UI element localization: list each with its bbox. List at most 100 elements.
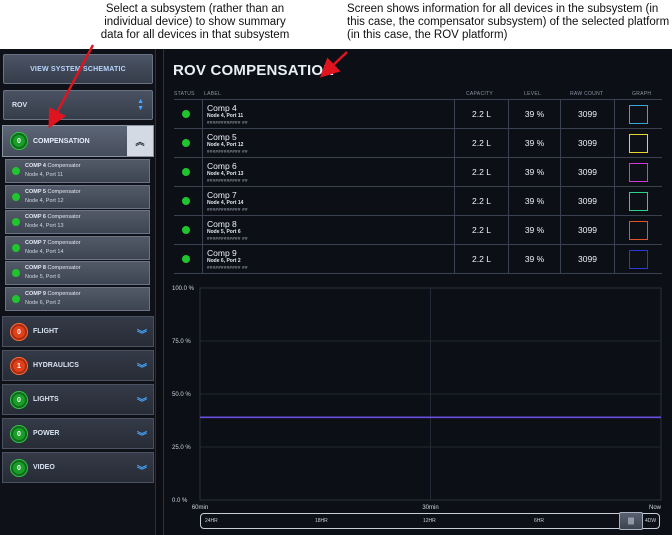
raw-count-cell: 3099 bbox=[560, 129, 614, 157]
col-header-status: STATUS bbox=[174, 91, 195, 97]
table-row[interactable]: Comp 8 Node 5, Port 6 ############ ## 2.2 L… bbox=[174, 216, 662, 245]
y-tick-label: 50.0 % bbox=[172, 392, 191, 398]
table-row[interactable]: Comp 7 Node 4, Port 14 ############ ## 2.2 … bbox=[174, 187, 662, 216]
subsystem-lights[interactable]: 0 LIGHTS ︾ bbox=[2, 384, 154, 415]
label-cell: Comp 5 Node 4, Port 12 ############ ## bbox=[202, 129, 454, 157]
main-panel: ROV COMPENSATION STATUS LABEL CAPACITY L… bbox=[163, 49, 672, 535]
table-row[interactable]: Comp 5 Node 4, Port 12 ############ ## 2.2 … bbox=[174, 129, 662, 158]
subsystem-label: HYDRAULICS bbox=[33, 362, 79, 369]
device-name: Comp 9 bbox=[207, 248, 237, 258]
device-name: COMP 7 bbox=[25, 239, 46, 246]
table-row[interactable]: Comp 6 Node 4, Port 13 ############ ## 2.2 … bbox=[174, 158, 662, 187]
subsystem-power[interactable]: 0 POWER ︾ bbox=[2, 418, 154, 449]
graph-cell[interactable] bbox=[614, 245, 662, 273]
device-title: COMP 9 Compensator bbox=[25, 291, 81, 297]
label-cell: Comp 8 Node 5, Port 6 ############ ## bbox=[202, 216, 454, 244]
device-name: COMP 4 bbox=[25, 163, 46, 169]
device-list-item[interactable]: COMP 7 Compensator Node 4, Port 14 bbox=[5, 235, 150, 260]
subsystem-flight[interactable]: 0 FLIGHT ︾ bbox=[2, 316, 154, 347]
label-cell: Comp 9 Node 6, Port 2 ############ ## bbox=[202, 245, 454, 273]
status-dot bbox=[182, 226, 190, 234]
device-node: Node 4, Port 14 bbox=[25, 248, 64, 255]
status-dot bbox=[182, 197, 190, 205]
col-header-raw-count: RAW COUNT bbox=[570, 91, 604, 97]
device-node: Node 4, Port 13 bbox=[25, 223, 64, 230]
page-title: ROV COMPENSATION bbox=[173, 62, 335, 79]
platform-select[interactable]: ROV ▲ ▼ bbox=[3, 90, 153, 120]
device-list-item[interactable]: COMP 8 Compensator Node 5, Port 6 bbox=[5, 261, 150, 286]
device-name: Comp 8 bbox=[207, 219, 237, 229]
graph-cell[interactable] bbox=[614, 216, 662, 244]
status-dot bbox=[182, 139, 190, 147]
graph-color-swatch[interactable] bbox=[629, 104, 648, 124]
device-node: Node 5, Port 6 bbox=[207, 229, 241, 235]
device-title: COMP 7 Compensator bbox=[25, 240, 81, 246]
device-node: Node 5, Port 6 bbox=[25, 274, 61, 281]
raw-count-cell: 3099 bbox=[560, 100, 614, 128]
graph-cell[interactable] bbox=[614, 129, 662, 157]
subsystem-count-badge: 1 bbox=[11, 358, 27, 374]
graph-cell[interactable] bbox=[614, 100, 662, 128]
subsystem-label: FLIGHT bbox=[33, 328, 59, 335]
device-node: Node 6, Port 2 bbox=[25, 299, 61, 306]
raw-count-cell: 3099 bbox=[560, 187, 614, 215]
device-name: COMP 6 bbox=[25, 214, 46, 221]
graph-cell[interactable] bbox=[614, 187, 662, 215]
y-tick-label: 0.0 % bbox=[172, 498, 188, 504]
status-dot bbox=[12, 192, 20, 201]
graph-color-swatch[interactable] bbox=[629, 249, 648, 269]
device-list-item[interactable]: COMP 6 Compensator Node 4, Port 13 bbox=[5, 210, 150, 235]
subsystem-label: VIDEO bbox=[33, 464, 55, 471]
graph-cell[interactable] bbox=[614, 158, 662, 186]
chevron-down-icon[interactable]: ︾ bbox=[137, 428, 147, 443]
col-header-label: LABEL bbox=[204, 91, 222, 97]
device-node: Node 4, Port 13 bbox=[207, 171, 244, 177]
time-label-18hr: 18HR bbox=[315, 518, 328, 524]
subsystem-compensation[interactable]: 0 COMPENSATION ︽ bbox=[2, 125, 154, 157]
subsystem-video[interactable]: 0 VIDEO ︾ bbox=[2, 452, 154, 483]
graph-color-swatch[interactable] bbox=[629, 162, 648, 182]
device-type: Compensator bbox=[47, 163, 81, 169]
graph-color-swatch[interactable] bbox=[629, 220, 648, 240]
x-tick-label: 60min bbox=[192, 505, 208, 511]
raw-count-cell: 3099 bbox=[560, 245, 614, 273]
device-node: Node 4, Port 12 bbox=[207, 142, 244, 148]
level-chart: 100.0 % 75.0 % 50.0 % 25.0 % 0.0 % 60min 30min… bbox=[172, 286, 662, 511]
chevron-down-icon[interactable]: ︾ bbox=[137, 462, 147, 477]
device-list: COMP 4 Compensator Node 4, Port 11 COMP 5 … bbox=[5, 159, 150, 313]
device-list-item[interactable]: COMP 4 Compensator Node 4, Port 11 bbox=[5, 159, 150, 183]
capacity-cell: 2.2 L bbox=[454, 100, 508, 128]
view-schematic-button[interactable]: VIEW SYSTEM SCHEMATIC bbox=[3, 54, 153, 84]
device-serial: ############ ## bbox=[207, 120, 248, 125]
chevron-down-icon[interactable]: ︾ bbox=[137, 326, 147, 341]
time-range-slider[interactable]: 24HR 18HR 12HR 6HR 4DW ||| bbox=[200, 512, 660, 530]
device-name: Comp 5 bbox=[207, 132, 237, 142]
graph-color-swatch[interactable] bbox=[629, 191, 648, 211]
raw-count-cell: 3099 bbox=[560, 216, 614, 244]
graph-color-swatch[interactable] bbox=[629, 133, 648, 153]
chevron-up-icon[interactable]: ︽ bbox=[127, 126, 153, 156]
time-slider-handle[interactable]: ||| bbox=[619, 512, 643, 530]
device-name: Comp 7 bbox=[207, 190, 237, 200]
raw-count-cell: 3099 bbox=[560, 158, 614, 186]
capacity-cell: 2.2 L bbox=[454, 245, 508, 273]
screenshot-root: Select a subsystem (rather than an indiv… bbox=[0, 0, 672, 535]
table-row[interactable]: Comp 4 Node 4, Port 11 ############ ## 2.2 … bbox=[174, 100, 662, 129]
label-cell: Comp 4 Node 4, Port 11 ############ ## bbox=[202, 100, 454, 128]
chevron-down-icon[interactable]: ︾ bbox=[137, 360, 147, 375]
device-node: Node 6, Port 2 bbox=[207, 258, 241, 264]
subsystem-hydraulics[interactable]: 1 HYDRAULICS ︾ bbox=[2, 350, 154, 381]
y-tick-label: 25.0 % bbox=[172, 445, 191, 451]
status-dot bbox=[12, 243, 20, 252]
table-row[interactable]: Comp 9 Node 6, Port 2 ############ ## 2.2 L… bbox=[174, 245, 662, 274]
time-label-6hr: 6HR bbox=[534, 518, 545, 524]
subsystem-label: COMPENSATION bbox=[33, 138, 90, 145]
device-list-item[interactable]: COMP 9 Compensator Node 6, Port 2 bbox=[5, 286, 150, 311]
subsystem-label: LIGHTS bbox=[33, 396, 59, 403]
level-cell: 39 % bbox=[508, 187, 560, 215]
device-list-item[interactable]: COMP 5 Compensator Node 4, Port 12 bbox=[5, 184, 150, 209]
device-serial: ############ ## bbox=[207, 178, 248, 183]
chevron-down-icon[interactable]: ︾ bbox=[137, 394, 147, 409]
status-dot bbox=[12, 269, 20, 278]
annotation-right: Screen shows information for all devices… bbox=[347, 3, 670, 41]
